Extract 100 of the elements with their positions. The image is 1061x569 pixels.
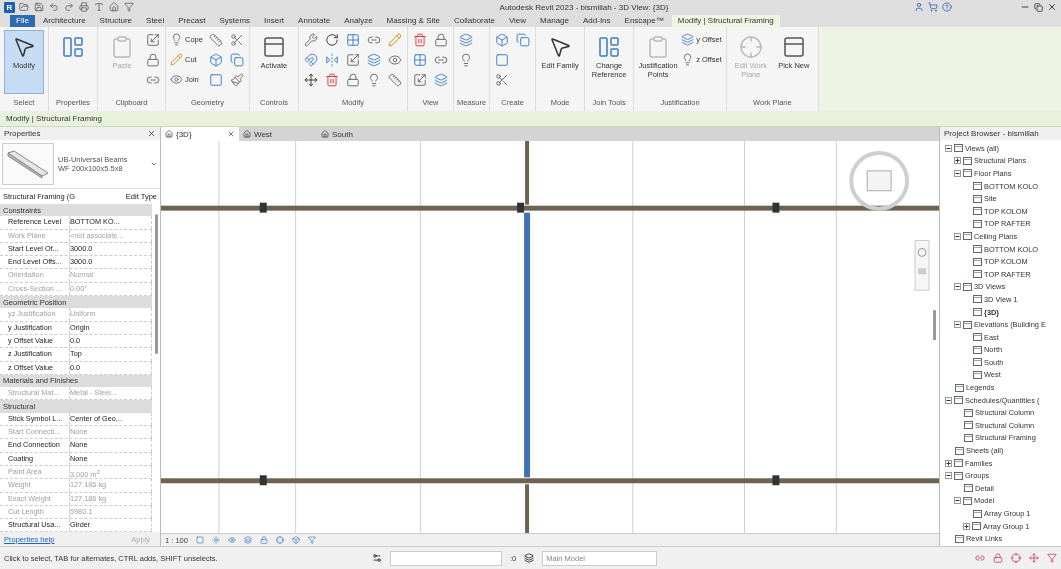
column-marker[interactable] [259,202,267,213]
view-control-icon[interactable] [227,536,236,544]
column-marker[interactable] [517,202,525,213]
view-icon [973,371,982,379]
model-viewport[interactable] [161,141,939,533]
view-control-icon[interactable] [307,536,316,544]
ribbon-tab[interactable]: Manage [534,15,575,27]
beam[interactable] [525,484,530,533]
ribbon-tab[interactable]: Structure [93,15,139,27]
tool-button[interactable] [344,71,361,88]
tool-button[interactable] [145,51,161,68]
collapse-icon[interactable] [954,283,961,291]
layers-icon [366,52,381,67]
restore-icon[interactable] [1034,2,1043,12]
tool-button[interactable] [323,31,340,48]
ribbon-tab[interactable]: Massing & Site [380,15,446,27]
tool-button[interactable] [207,51,224,68]
collapse-icon[interactable] [954,232,961,240]
ribbon-tab[interactable]: Precast [172,15,212,27]
collapse-icon[interactable] [954,170,961,177]
paintbrush-icon [229,72,244,87]
tool-button[interactable] [411,31,428,48]
tool-button[interactable] [145,31,161,48]
tool-button[interactable] [432,71,449,88]
selection-option-icon[interactable] [975,553,985,563]
ribbon-tab[interactable]: Annotate [292,15,337,27]
close-icon[interactable] [147,128,156,138]
column-marker[interactable] [772,475,780,486]
quick-access-icon[interactable] [49,2,59,12]
view-control-icon[interactable] [211,536,220,544]
ribbon-tab[interactable]: Modify | Structural Framing [671,15,780,27]
navigation-bar-icon[interactable] [914,240,930,291]
column-marker[interactable] [259,475,267,486]
view-control-icon[interactable] [259,536,268,544]
quick-access-icon[interactable] [79,2,89,12]
selection-option-icon[interactable] [993,553,1003,563]
view-control-icon[interactable] [275,536,284,544]
ribbon-tab[interactable]: Analyze [338,15,379,27]
collapse-icon[interactable] [945,144,952,152]
tool-button[interactable] [228,31,245,48]
quick-access-icon[interactable] [64,2,74,12]
dropdown-icon[interactable] [150,160,158,168]
beam[interactable] [161,478,939,484]
help-icon[interactable] [942,2,952,12]
ribbon-tab[interactable]: Collaborate [447,15,501,27]
tool-button[interactable] [411,71,428,88]
ribbon-tab[interactable]: Enscape™ [618,15,670,27]
column-marker[interactable] [772,202,780,213]
ribbon-tab[interactable]: View [502,15,533,27]
ribbon-tab[interactable]: Insert [258,15,291,27]
quick-access-icon[interactable] [34,2,44,12]
ribbon-tab[interactable]: Steel [140,15,171,27]
quick-access-icon[interactable] [19,2,29,12]
quick-access-icon[interactable] [109,2,119,12]
app-logo[interactable]: R [4,1,15,13]
close-icon[interactable] [1047,2,1057,12]
tool-button[interactable] [344,51,361,68]
selected-beam[interactable] [524,212,531,478]
tool-button[interactable] [432,31,449,48]
expand-icon[interactable] [945,459,952,467]
view-control-icon[interactable] [291,536,300,544]
tool-button[interactable] [323,71,340,88]
scrollbar-thumb[interactable] [155,213,158,354]
expand-icon[interactable] [963,522,970,530]
tool-button[interactable] [365,51,382,68]
delete-icon [412,32,427,47]
tool-button[interactable] [386,71,403,88]
ribbon-tab[interactable]: Systems [213,15,257,27]
selection-option-icon[interactable] [1011,553,1021,563]
workset-field[interactable] [390,550,502,566]
cart-icon[interactable] [928,2,938,12]
tool-button[interactable] [228,71,245,88]
collapse-icon[interactable] [945,472,952,480]
view-control-icon[interactable] [243,536,252,544]
collapse-icon[interactable] [954,497,961,505]
quick-access-icon[interactable] [94,2,104,12]
selection-option-icon[interactable] [1029,553,1039,563]
crosshair-icon [738,35,763,59]
document-tab[interactable]: {3D} [161,127,239,141]
collapse-icon[interactable] [954,321,961,329]
tool-button[interactable] [207,31,224,48]
quick-access-icon[interactable] [124,2,134,12]
close-icon[interactable] [227,130,235,138]
ribbon-tab[interactable]: File [10,15,35,27]
beam[interactable] [161,205,939,211]
ribbon-tab[interactable]: Add-Ins [577,15,617,27]
tool-button[interactable] [302,71,319,88]
view-control-icon[interactable] [195,536,204,544]
user-icon[interactable] [914,2,924,12]
selection-option-icon[interactable] [1047,553,1057,563]
ribbon-tab[interactable]: Architecture [36,15,92,27]
ruler-icon [208,32,223,47]
expand-icon[interactable] [954,157,961,165]
scrollbar-thumb[interactable] [933,310,936,340]
collapse-icon[interactable] [945,396,952,404]
tool-button[interactable] [494,31,511,48]
beam[interactable] [525,141,530,205]
tool-button[interactable] [457,31,474,48]
copy-icon [229,52,244,67]
view-cube-icon[interactable] [849,150,910,211]
